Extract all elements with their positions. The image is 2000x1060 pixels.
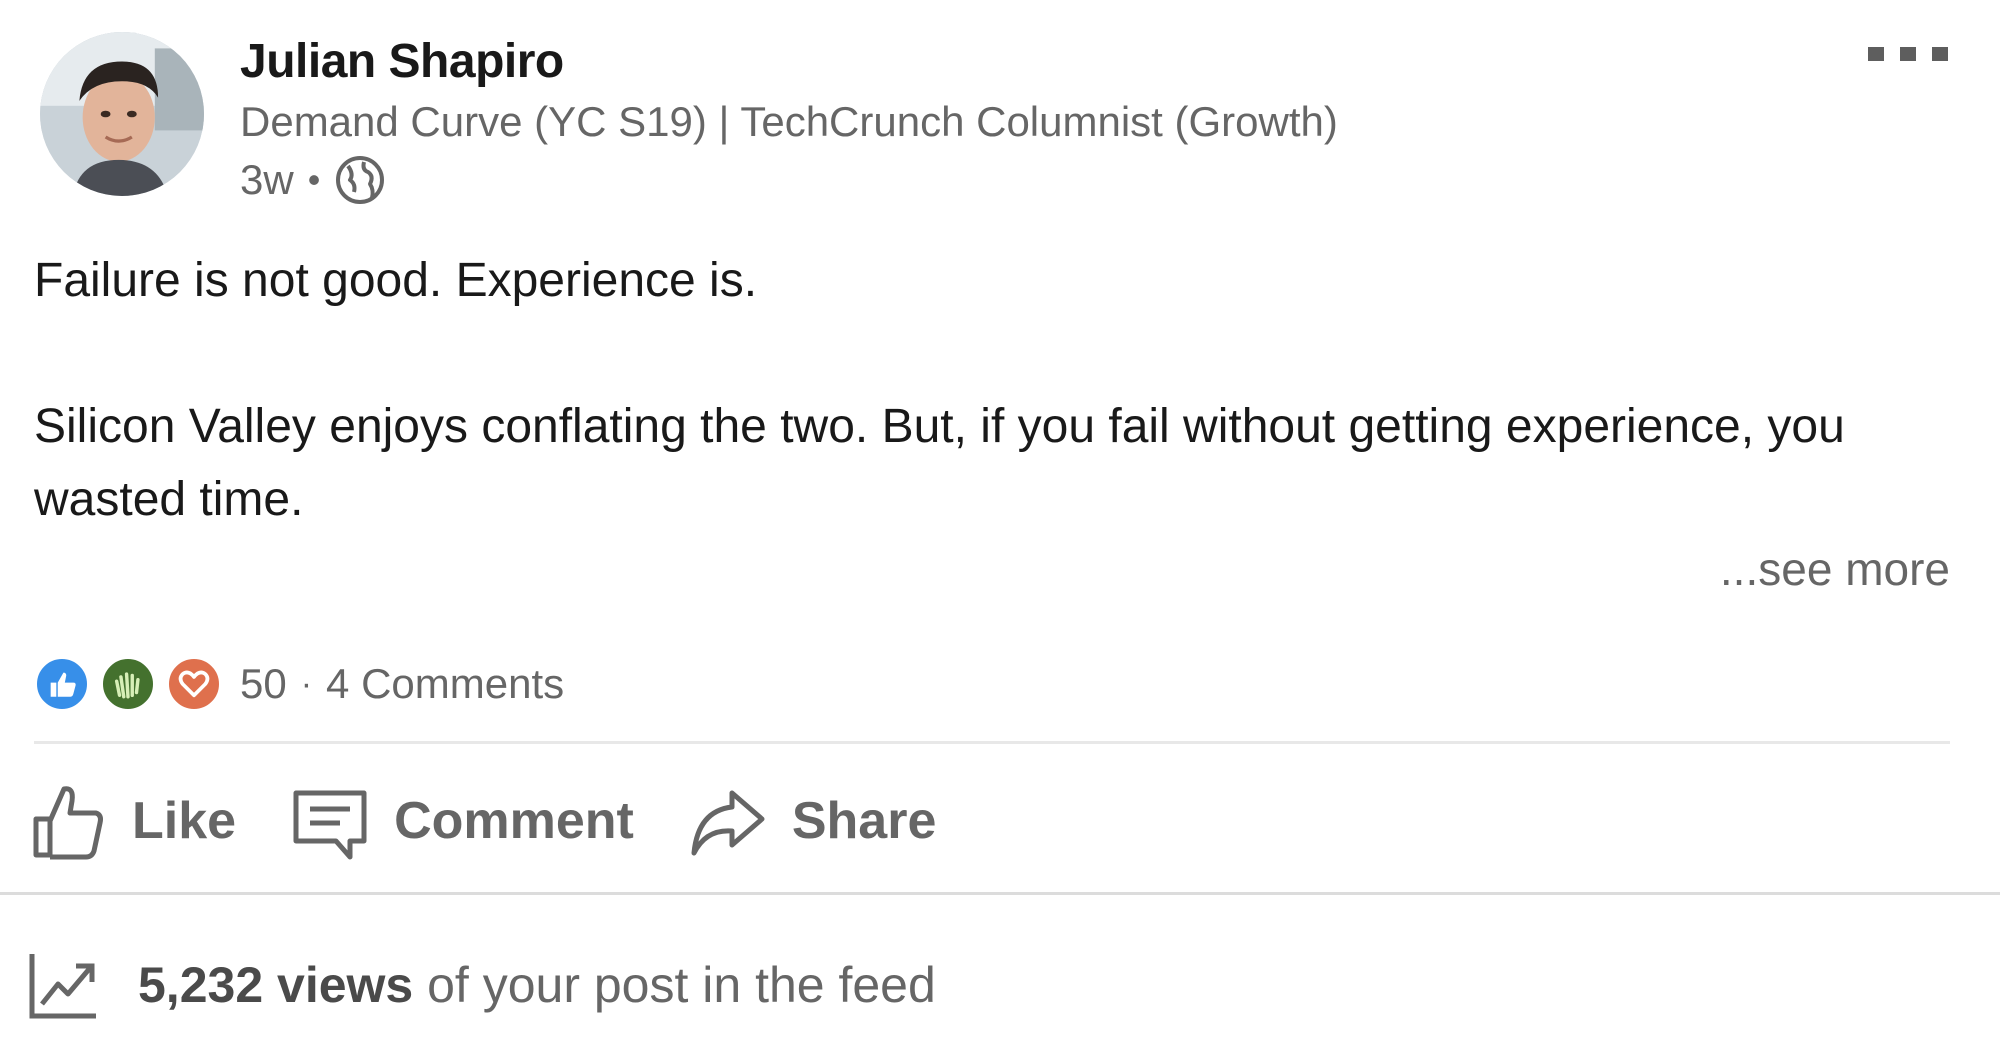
avatar-photo: [40, 32, 204, 196]
post-paragraph: Failure is not good. Experience is.: [34, 254, 758, 307]
post-time: 3w: [240, 156, 294, 203]
love-reaction-icon: [166, 656, 222, 712]
post-meta: 3w •: [240, 154, 386, 206]
menu-dot: [1900, 47, 1916, 61]
analytics-text: 5,232 views of your post in the feed: [138, 956, 936, 1014]
comment-button[interactable]: Comment: [292, 779, 634, 863]
author-name[interactable]: Julian Shapiro: [240, 34, 564, 89]
author-headline: Demand Curve (YC S19) | TechCrunch Colum…: [240, 98, 1338, 145]
divider: [34, 741, 1950, 744]
trending-chart-icon: [29, 954, 96, 1019]
comment-icon: [293, 790, 367, 860]
menu-dot: [1868, 47, 1884, 61]
views-suffix: of your post in the feed: [413, 957, 936, 1013]
like-reaction-icon: [34, 656, 90, 712]
overflow-menu-icon[interactable]: [1868, 36, 1948, 72]
reaction-count[interactable]: 50: [240, 660, 287, 708]
see-more-link[interactable]: ...see more: [1720, 542, 1950, 596]
globe-icon: [336, 156, 385, 204]
post-body: Failure is not good. Experience is. Sili…: [34, 244, 1954, 536]
author-avatar[interactable]: [40, 32, 204, 196]
celebrate-reaction-icon: [100, 656, 156, 712]
meta-separator: •: [307, 159, 321, 200]
section-divider: [0, 892, 2000, 895]
share-label: Share: [791, 792, 937, 850]
social-counts[interactable]: 50 · 4 Comments: [34, 656, 564, 712]
thumbs-up-icon: [33, 786, 103, 860]
views-count: 5,232 views: [138, 957, 414, 1013]
share-button[interactable]: Share: [690, 779, 937, 863]
like-button[interactable]: Like: [30, 779, 236, 863]
comment-label: Comment: [394, 792, 634, 850]
count-separator: ·: [300, 664, 313, 703]
comments-count[interactable]: 4 Comments: [326, 660, 564, 708]
menu-dot: [1932, 47, 1948, 61]
like-label: Like: [132, 792, 237, 850]
share-arrow-icon: [691, 790, 765, 856]
post-actions: Like Comment Share: [30, 766, 992, 876]
feed-post-card: Julian Shapiro Demand Curve (YC S19) | T…: [0, 0, 2000, 1060]
post-paragraph: Silicon Valley enjoys conflating the two…: [34, 400, 1845, 526]
post-analytics[interactable]: 5,232 views of your post in the feed: [28, 950, 936, 1020]
